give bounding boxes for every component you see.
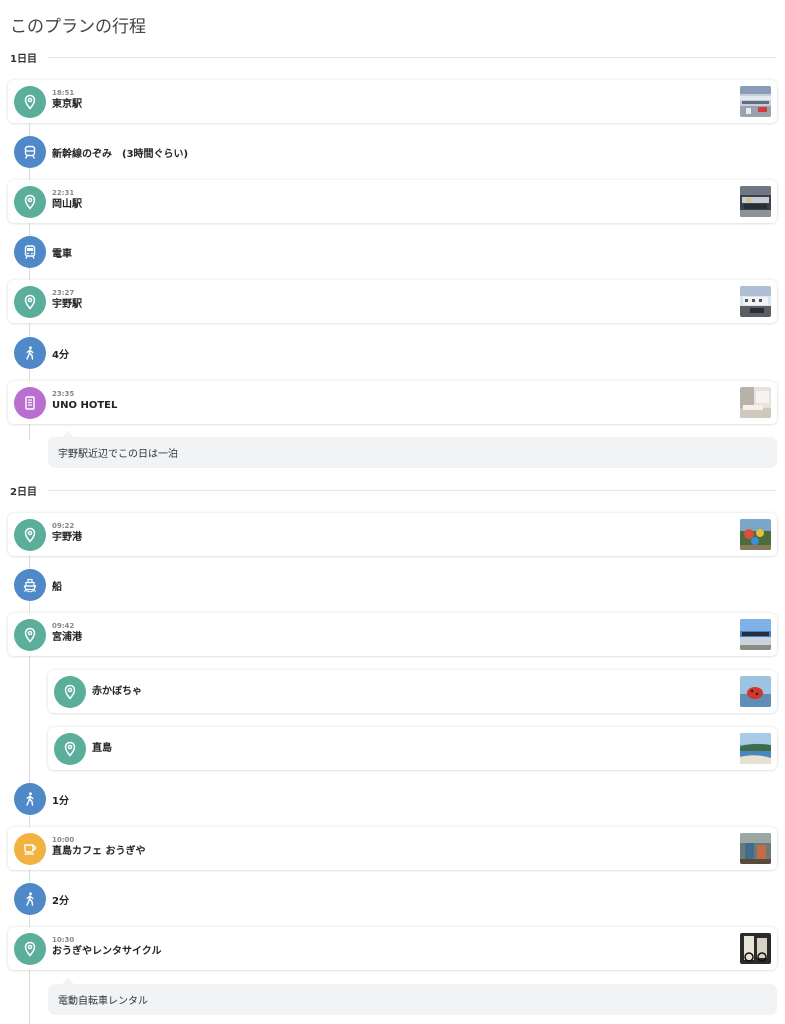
spot-name: 直島カフェ おうぎや	[52, 846, 146, 857]
spot-name: 直島	[92, 742, 112, 754]
map-pin-icon	[14, 186, 46, 218]
spot-name: UNO HOTEL	[52, 400, 118, 411]
spot-name: 宮浦港	[52, 632, 82, 643]
bullet-train-icon	[14, 136, 46, 168]
spot-photo-thumbnail[interactable]	[740, 86, 771, 117]
spot-photo-thumbnail[interactable]	[740, 186, 771, 217]
spot-time: 10:30	[52, 936, 75, 944]
spot-time: 18:51	[52, 89, 75, 97]
note-bubble: 電動自転車レンタル	[48, 978, 777, 1015]
map-pin-icon	[54, 733, 86, 765]
spot-photo-thumbnail[interactable]	[740, 519, 771, 550]
spot-card-tokyo-station[interactable]: 18:51 東京駅	[8, 80, 777, 123]
train-icon	[14, 236, 46, 268]
transport-label: 4分	[52, 349, 69, 361]
spot-card-okayama-station[interactable]: 22:31 岡山駅	[8, 180, 777, 223]
spot-time: 22:31	[52, 189, 75, 197]
map-pin-icon	[14, 86, 46, 118]
spot-card-ougiya-rental-cycle[interactable]: 10:30 おうぎやレンタサイクル	[8, 927, 777, 970]
transport-label: 2分	[52, 895, 69, 907]
day-header-2: 2日目	[10, 482, 777, 498]
spot-name: おうぎやレンタサイクル	[52, 946, 162, 957]
day-label: 1日目	[10, 53, 37, 65]
walking-person-icon	[14, 783, 46, 815]
spot-photo-thumbnail[interactable]	[740, 286, 771, 317]
spot-photo-thumbnail[interactable]	[740, 933, 771, 964]
transport-label: 新幹線のぞみ (3時間ぐらい)	[52, 148, 189, 160]
spot-photo-thumbnail[interactable]	[740, 619, 771, 650]
note-text: 電動自転車レンタル	[58, 996, 148, 1007]
spot-card-red-pumpkin[interactable]: 赤かぼちゃ	[48, 670, 777, 713]
divider	[46, 56, 777, 58]
spot-photo-thumbnail[interactable]	[740, 676, 771, 707]
spot-time: 23:27	[52, 289, 75, 297]
divider	[46, 489, 777, 491]
spot-time: 09:42	[52, 622, 75, 630]
transport-label: 船	[52, 581, 62, 593]
coffee-cup-icon	[14, 833, 46, 865]
spot-photo-thumbnail[interactable]	[740, 387, 771, 418]
map-pin-icon	[14, 933, 46, 965]
map-pin-icon	[54, 676, 86, 708]
spot-name: 宇野港	[52, 532, 82, 543]
ship-icon	[14, 569, 46, 601]
day-label: 2日目	[10, 486, 37, 498]
spot-card-naoshima-cafe-ougiya[interactable]: 10:00 直島カフェ おうぎや	[8, 827, 777, 870]
spot-card-naoshima[interactable]: 直島	[48, 727, 777, 770]
spot-name: 宇野駅	[52, 299, 82, 310]
note-text: 宇野駅近辺でこの日は一泊	[58, 449, 178, 460]
walking-person-icon	[14, 883, 46, 915]
note-bubble: 宇野駅近辺でこの日は一泊	[48, 431, 777, 468]
spot-time: 10:00	[52, 836, 75, 844]
map-pin-icon	[14, 286, 46, 318]
page-title: このプランの行程	[10, 17, 146, 37]
walking-person-icon	[14, 337, 46, 369]
day-header-1: 1日目	[10, 49, 777, 65]
spot-name: 東京駅	[52, 99, 82, 110]
map-pin-icon	[14, 519, 46, 551]
spot-card-uno-port[interactable]: 09:22 宇野港	[8, 513, 777, 556]
spot-photo-thumbnail[interactable]	[740, 833, 771, 864]
spot-time: 23:35	[52, 390, 75, 398]
spot-name: 岡山駅	[52, 199, 82, 210]
hotel-building-icon	[14, 387, 46, 419]
transport-label: 電車	[52, 248, 72, 260]
transport-step-ship: 船	[14, 569, 62, 601]
transport-step-shinkansen: 新幹線のぞみ (3時間ぐらい)	[14, 136, 188, 168]
transport-step-walk: 2分	[14, 883, 69, 915]
spot-card-uno-station[interactable]: 23:27 宇野駅	[8, 280, 777, 323]
map-pin-icon	[14, 619, 46, 651]
spot-name: 赤かぼちゃ	[92, 685, 142, 697]
spot-card-uno-hotel[interactable]: 23:35 UNO HOTEL	[8, 381, 777, 424]
spot-time: 09:22	[52, 522, 75, 530]
transport-step-train: 電車	[14, 236, 72, 268]
spot-card-miyanoura-port[interactable]: 09:42 宮浦港	[8, 613, 777, 656]
transport-step-walk: 4分	[14, 337, 69, 369]
transport-label: 1分	[52, 795, 69, 807]
transport-step-walk: 1分	[14, 783, 69, 815]
spot-photo-thumbnail[interactable]	[740, 733, 771, 764]
